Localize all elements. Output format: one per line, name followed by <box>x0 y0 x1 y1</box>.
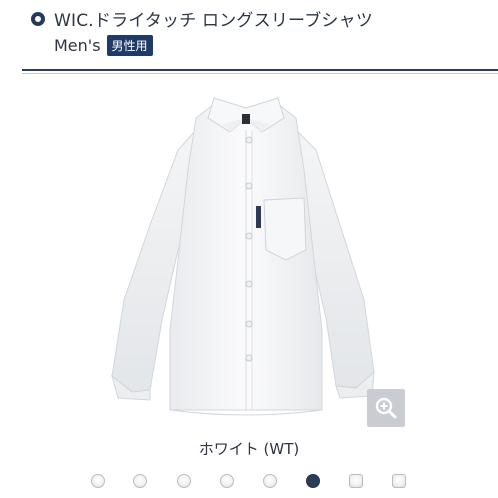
swatch-dot[interactable] <box>392 474 406 488</box>
zoom-button[interactable] <box>367 389 405 427</box>
swatch-dot[interactable] <box>177 474 191 488</box>
magnifier-plus-icon <box>375 397 397 419</box>
title-row: WIC.ドライタッチ ロングスリーブシャツ <box>31 6 373 31</box>
swatch-dot[interactable] <box>220 474 234 488</box>
color-caption: ホワイト (WT) <box>198 440 300 458</box>
header-divider-thin <box>22 73 498 74</box>
header-divider <box>22 69 498 71</box>
swatch-dot-active[interactable] <box>306 474 320 488</box>
bullet-ring-icon <box>31 11 45 26</box>
product-image[interactable] <box>0 76 498 438</box>
swatch-dot[interactable] <box>349 474 363 488</box>
product-title: WIC.ドライタッチ ロングスリーブシャツ <box>54 11 373 31</box>
product-gender-label: Men's <box>54 36 101 55</box>
swatch-dot[interactable] <box>91 474 105 488</box>
product-header: WIC.ドライタッチ ロングスリーブシャツ Men's 男性用 <box>0 0 498 76</box>
color-swatch-selector <box>0 474 498 492</box>
swatch-dot[interactable] <box>133 474 147 488</box>
gender-badge: 男性用 <box>106 35 153 56</box>
swatch-dot[interactable] <box>263 474 277 488</box>
subtitle-row: Men's 男性用 <box>54 35 153 56</box>
